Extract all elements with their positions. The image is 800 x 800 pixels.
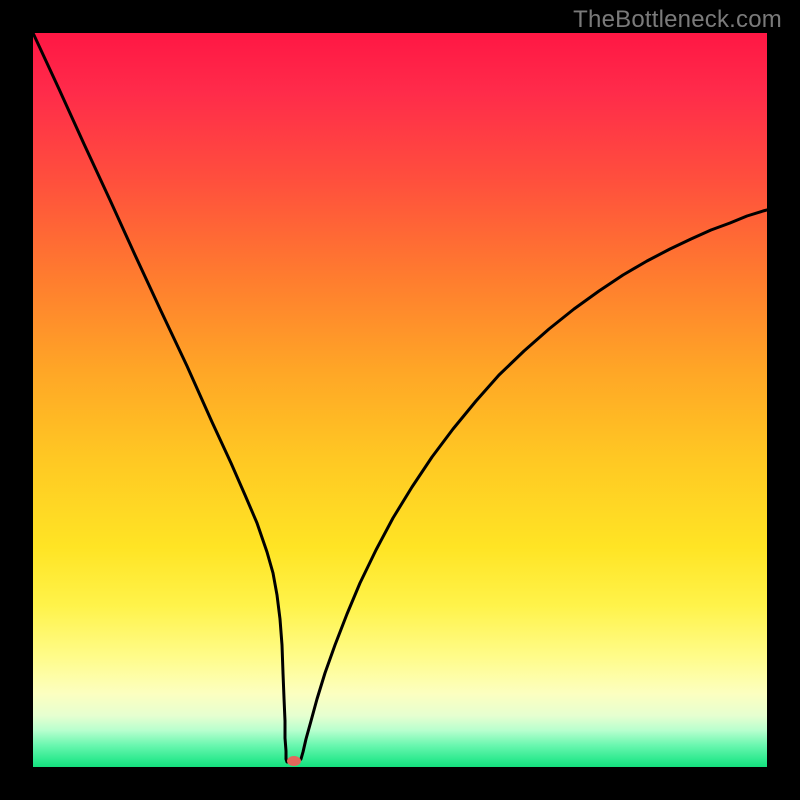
curve-layer	[33, 33, 767, 767]
plot-area	[33, 33, 767, 767]
chart-frame: TheBottleneck.com	[0, 0, 800, 800]
bottleneck-curve	[33, 33, 767, 762]
minimum-marker	[287, 756, 301, 766]
watermark-label: TheBottleneck.com	[573, 6, 782, 34]
